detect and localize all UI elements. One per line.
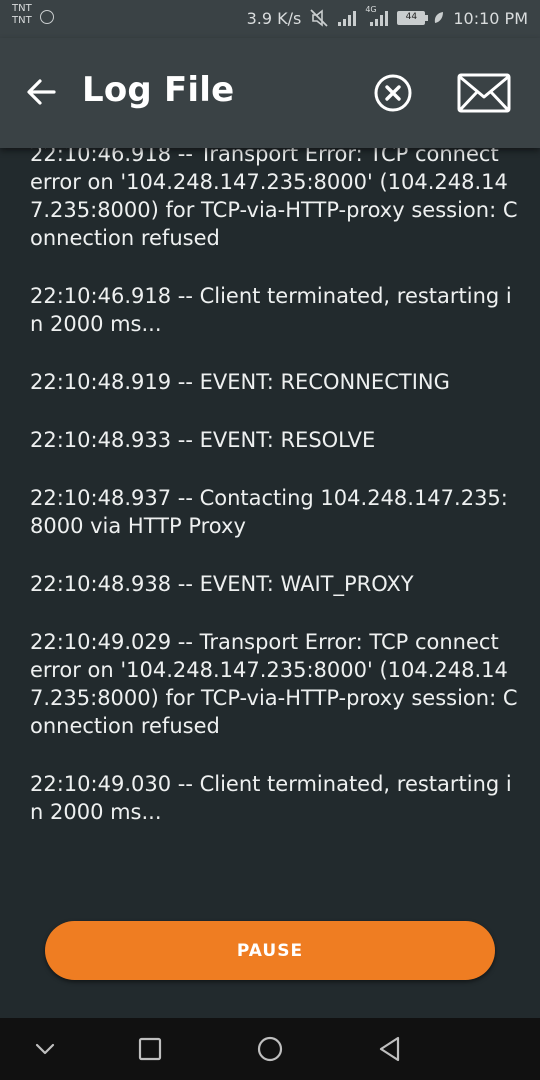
log-entry: 22:10:49.030 -- Client terminated, resta… bbox=[30, 772, 512, 824]
system-nav-bar bbox=[0, 1018, 540, 1080]
recents-square-icon[interactable] bbox=[135, 1034, 165, 1064]
carrier-labels: TNT TNT bbox=[12, 3, 32, 27]
status-icons: 3.9 K/s 4G 44 10:10 PM bbox=[246, 5, 528, 29]
battery-level: 44 bbox=[405, 12, 418, 22]
pause-button[interactable]: PAUSE bbox=[45, 921, 495, 980]
battery-icon: 44 bbox=[397, 11, 429, 25]
mute-icon bbox=[310, 9, 328, 27]
log-entry: 22:10:49.029 -- Transport Error: TCP con… bbox=[30, 630, 518, 738]
back-triangle-icon[interactable] bbox=[375, 1034, 405, 1064]
signal-4g-icon: 4G bbox=[365, 5, 389, 26]
home-circle-icon[interactable] bbox=[255, 1034, 285, 1064]
log-entry: 22:10:48.933 -- EVENT: RESOLVE bbox=[30, 428, 376, 452]
carrier-2: TNT bbox=[12, 15, 32, 26]
log-entry: 22:10:48.938 -- EVENT: WAIT_PROXY bbox=[30, 572, 414, 596]
signal-icon bbox=[338, 11, 357, 26]
charging-icon bbox=[435, 12, 444, 23]
log-entry: 22:10:48.937 -- Contacting 104.248.147.2… bbox=[30, 486, 508, 538]
mail-icon[interactable] bbox=[456, 72, 512, 114]
app-bar: Log File bbox=[0, 38, 540, 148]
carrier-ring-icon bbox=[40, 10, 54, 24]
clear-circle-x-icon[interactable] bbox=[372, 72, 414, 114]
back-arrow-icon[interactable] bbox=[22, 72, 62, 112]
nav-down-icon[interactable] bbox=[30, 1034, 60, 1064]
log-entry: 22:10:46.918 -- Client terminated, resta… bbox=[30, 284, 512, 336]
page-title: Log File bbox=[82, 70, 235, 110]
log-list: 22:10:46.918 -- Transport Error: TCP con… bbox=[30, 148, 518, 856]
network-speed: 3.9 K/s bbox=[246, 8, 302, 28]
carrier-1: TNT bbox=[12, 3, 32, 14]
status-bar: TNT TNT 3.9 K/s 4G 44 10:10 PM bbox=[0, 0, 540, 38]
clock: 10:10 PM bbox=[453, 8, 528, 28]
log-entry: 22:10:46.918 -- Transport Error: TCP con… bbox=[30, 148, 518, 250]
log-entry: 22:10:48.919 -- EVENT: RECONNECTING bbox=[30, 370, 450, 394]
log-scroll-area[interactable]: 22:10:46.918 -- Transport Error: TCP con… bbox=[0, 148, 540, 920]
